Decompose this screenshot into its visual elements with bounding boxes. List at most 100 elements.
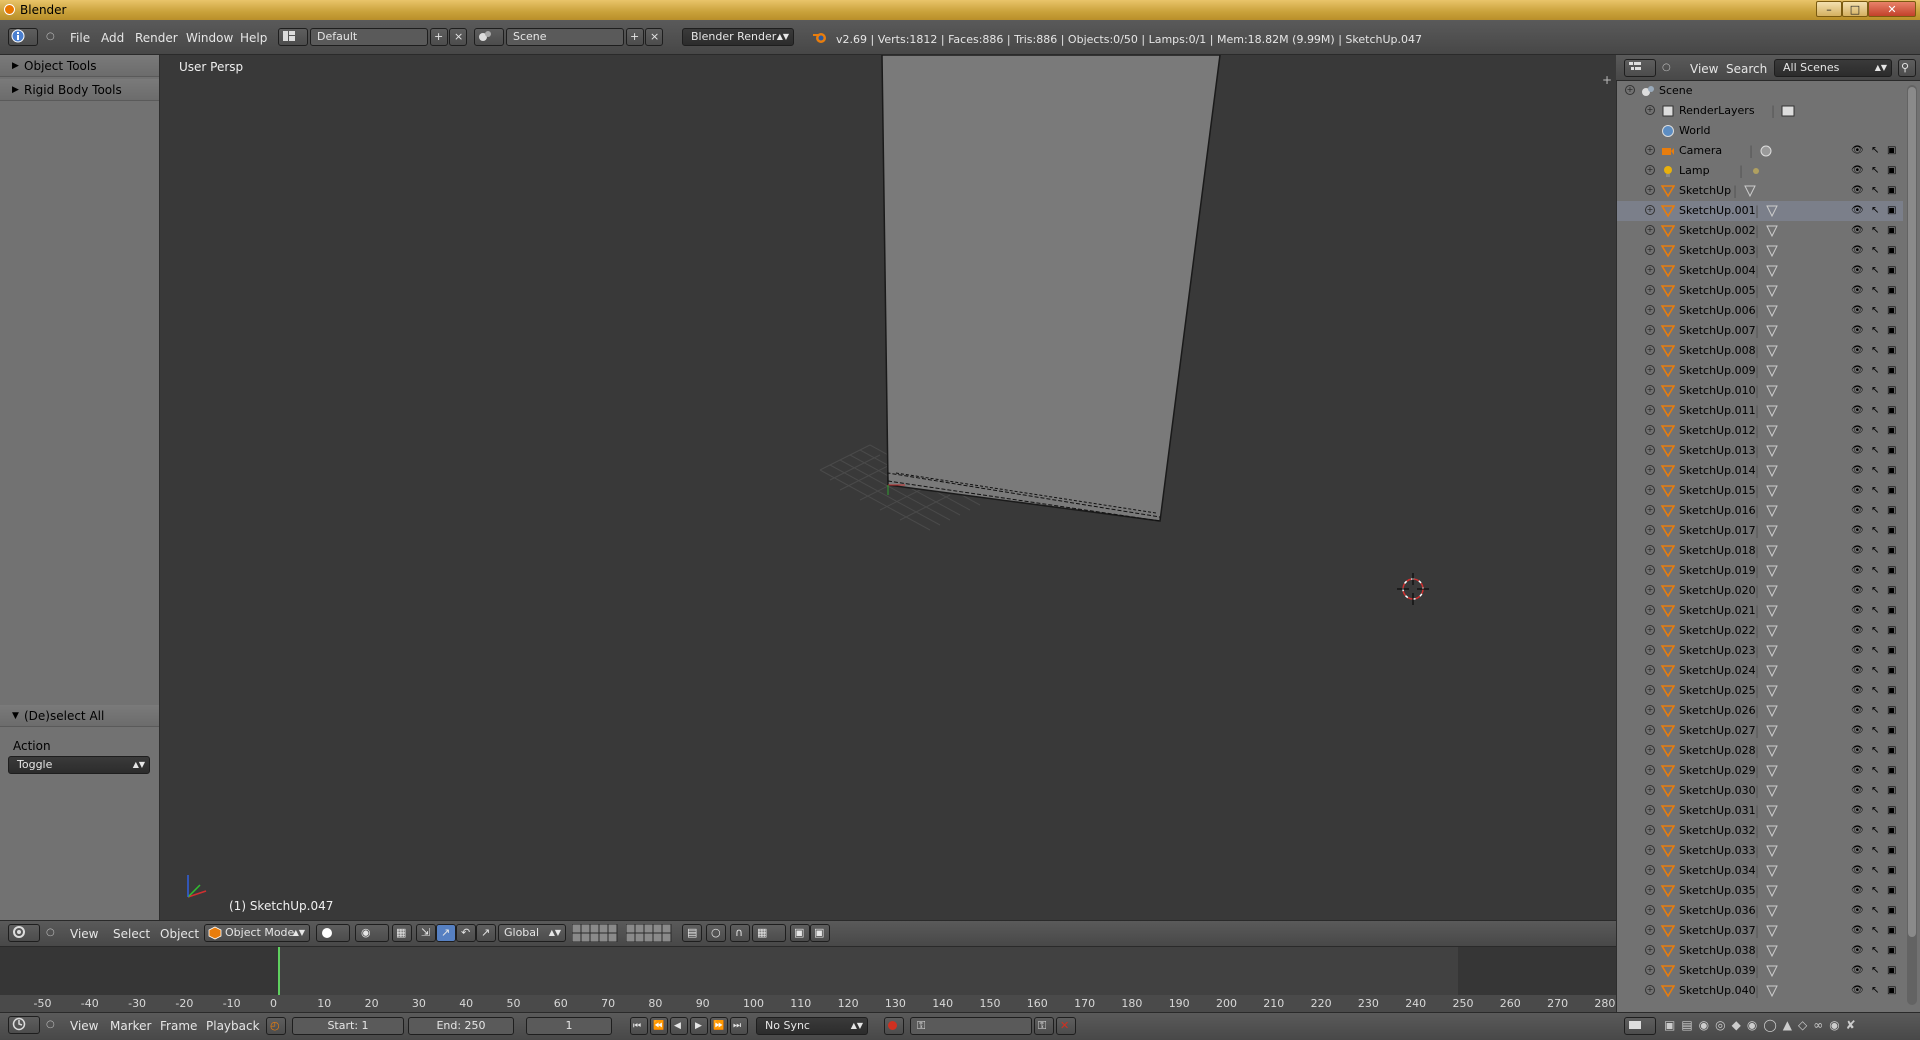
renderability-camera-icon[interactable]: ▣ xyxy=(1887,465,1896,476)
outliner-row[interactable]: + SketchUp.028 | 👁 ↖ ▣ xyxy=(1617,741,1903,761)
insert-keyframe-button[interactable]: ⚿ xyxy=(1034,1017,1054,1035)
expand-toggle-icon[interactable]: + xyxy=(1645,585,1655,595)
expand-toggle-icon[interactable]: + xyxy=(1645,565,1655,575)
end-frame-field[interactable]: End: 250 xyxy=(408,1017,514,1035)
renderability-camera-icon[interactable]: ▣ xyxy=(1887,685,1896,696)
renderability-camera-icon[interactable]: ▣ xyxy=(1887,665,1896,676)
visibility-eye-icon[interactable]: 👁 xyxy=(1851,465,1864,476)
renderability-camera-icon[interactable]: ▣ xyxy=(1887,905,1896,916)
menu-add[interactable]: Add xyxy=(101,31,124,45)
selectability-cursor-icon[interactable]: ↖ xyxy=(1871,805,1879,816)
close-button[interactable]: ✕ xyxy=(1868,1,1916,17)
selectability-cursor-icon[interactable]: ↖ xyxy=(1871,365,1879,376)
renderability-camera-icon[interactable]: ▣ xyxy=(1887,485,1896,496)
screen-layout-field[interactable]: Default xyxy=(310,28,428,46)
visibility-eye-icon[interactable]: 👁 xyxy=(1851,625,1864,636)
snap-element-dropdown[interactable]: ▦ xyxy=(752,924,786,942)
jump-to-keyframe-prev-button[interactable]: ⏪ xyxy=(650,1017,668,1035)
keying-set-field[interactable]: ⚿ xyxy=(910,1017,1032,1035)
use-preview-range-button[interactable]: ◴ xyxy=(266,1017,286,1035)
outliner-row[interactable]: + SketchUp.004 | 👁 ↖ ▣ xyxy=(1617,261,1903,281)
render-engine-dropdown[interactable]: Blender Render ▲▼ xyxy=(682,28,794,46)
expand-toggle-icon[interactable]: + xyxy=(1645,305,1655,315)
translate-manipulator-button[interactable]: ↗ xyxy=(436,924,456,942)
rotate-manipulator-button[interactable]: ↶ xyxy=(456,924,476,942)
expand-toggle-icon[interactable]: + xyxy=(1645,505,1655,515)
renderability-camera-icon[interactable]: ▣ xyxy=(1887,845,1896,856)
visibility-eye-icon[interactable]: 👁 xyxy=(1851,445,1864,456)
outliner-row[interactable]: World xyxy=(1617,121,1903,141)
selectability-cursor-icon[interactable]: ↖ xyxy=(1871,145,1879,156)
jump-to-keyframe-next-button[interactable]: ⏩ xyxy=(710,1017,728,1035)
selectability-cursor-icon[interactable]: ↖ xyxy=(1871,465,1879,476)
visibility-eye-icon[interactable]: 👁 xyxy=(1851,305,1864,316)
transform-orientation-dropdown[interactable]: Global ▲▼ xyxy=(498,924,566,942)
outliner-row[interactable]: + SketchUp.029 | 👁 ↖ ▣ xyxy=(1617,761,1903,781)
outliner-row[interactable]: + SketchUp.023 | 👁 ↖ ▣ xyxy=(1617,641,1903,661)
scene-browse-button[interactable] xyxy=(474,28,504,46)
outliner-row[interactable]: + SketchUp.025 | 👁 ↖ ▣ xyxy=(1617,681,1903,701)
renderability-camera-icon[interactable]: ▣ xyxy=(1887,245,1896,256)
viewport-shading-dropdown[interactable] xyxy=(316,924,350,942)
outliner-row[interactable]: + SketchUp.036 | 👁 ↖ ▣ xyxy=(1617,901,1903,921)
editor-type-properties-button[interactable] xyxy=(1624,1017,1656,1035)
expand-toggle-icon[interactable]: + xyxy=(1645,205,1655,215)
selectability-cursor-icon[interactable]: ↖ xyxy=(1871,165,1879,176)
visibility-eye-icon[interactable]: 👁 xyxy=(1851,685,1864,696)
expand-toggle-icon[interactable]: + xyxy=(1645,705,1655,715)
expand-toggle-icon[interactable]: + xyxy=(1645,245,1655,255)
selectability-cursor-icon[interactable]: ↖ xyxy=(1871,945,1879,956)
visibility-eye-icon[interactable]: 👁 xyxy=(1851,745,1864,756)
outliner-row[interactable]: + SketchUp.027 | 👁 ↖ ▣ xyxy=(1617,721,1903,741)
selectability-cursor-icon[interactable]: ↖ xyxy=(1871,325,1879,336)
proportional-editing-button[interactable]: ○ xyxy=(706,924,726,942)
expand-toggle-icon[interactable]: + xyxy=(1645,345,1655,355)
selectability-cursor-icon[interactable]: ↖ xyxy=(1871,665,1879,676)
visibility-eye-icon[interactable]: 👁 xyxy=(1851,385,1864,396)
action-dropdown[interactable]: Toggle ▲▼ xyxy=(8,756,150,774)
expand-toggle-icon[interactable]: + xyxy=(1645,425,1655,435)
selectability-cursor-icon[interactable]: ↖ xyxy=(1871,845,1879,856)
expand-toggle-icon[interactable]: + xyxy=(1645,285,1655,295)
selectability-cursor-icon[interactable]: ↖ xyxy=(1871,385,1879,396)
renderability-camera-icon[interactable]: ▣ xyxy=(1887,285,1896,296)
outliner-row[interactable]: + Camera | 👁 ↖ ▣ xyxy=(1617,141,1903,161)
renderability-camera-icon[interactable]: ▣ xyxy=(1887,345,1896,356)
visibility-eye-icon[interactable]: 👁 xyxy=(1851,945,1864,956)
expand-toggle-icon[interactable]: + xyxy=(1645,445,1655,455)
expand-toggle-icon[interactable]: + xyxy=(1645,925,1655,935)
renderability-camera-icon[interactable]: ▣ xyxy=(1887,625,1896,636)
outliner[interactable]: + Scene + RenderLayers | World + Camera | 👁 ↖ ▣ + Lam… xyxy=(1616,55,1920,1015)
visibility-eye-icon[interactable]: 👁 xyxy=(1851,265,1864,276)
outliner-row[interactable]: + SketchUp.001 | 👁 ↖ ▣ xyxy=(1617,201,1903,221)
play-button[interactable]: ▶ xyxy=(690,1017,708,1035)
outliner-row[interactable]: + SketchUp.020 | 👁 ↖ ▣ xyxy=(1617,581,1903,601)
outliner-row[interactable]: + SketchUp.018 | 👁 ↖ ▣ xyxy=(1617,541,1903,561)
selectability-cursor-icon[interactable]: ↖ xyxy=(1871,245,1879,256)
outliner-row[interactable]: + SketchUp.009 | 👁 ↖ ▣ xyxy=(1617,361,1903,381)
operator-panel-header[interactable]: ▼ (De)select All xyxy=(0,705,159,727)
expand-toggle-icon[interactable]: + xyxy=(1645,805,1655,815)
selectability-cursor-icon[interactable]: ↖ xyxy=(1871,425,1879,436)
renderability-camera-icon[interactable]: ▣ xyxy=(1887,225,1896,236)
renderability-camera-icon[interactable]: ▣ xyxy=(1887,805,1896,816)
expand-toggle-icon[interactable]: + xyxy=(1645,885,1655,895)
expand-toggle-icon[interactable]: + xyxy=(1645,765,1655,775)
expand-toggle-icon[interactable]: + xyxy=(1645,325,1655,335)
menu-file[interactable]: File xyxy=(70,31,90,45)
selectability-cursor-icon[interactable]: ↖ xyxy=(1871,745,1879,756)
outliner-row[interactable]: + SketchUp.016 | 👁 ↖ ▣ xyxy=(1617,501,1903,521)
start-frame-field[interactable]: Start: 1 xyxy=(292,1017,404,1035)
visibility-eye-icon[interactable]: 👁 xyxy=(1851,845,1864,856)
expand-toggle-icon[interactable]: + xyxy=(1645,905,1655,915)
scene-field[interactable]: Scene xyxy=(506,28,624,46)
3d-viewport[interactable]: User Persp + (1) SketchUp.047 xyxy=(160,55,1616,920)
renderability-camera-icon[interactable]: ▣ xyxy=(1887,385,1896,396)
expand-toggle-icon[interactable]: + xyxy=(1645,405,1655,415)
selectability-cursor-icon[interactable]: ↖ xyxy=(1871,785,1879,796)
menu-frame[interactable]: Frame xyxy=(160,1019,197,1033)
visibility-eye-icon[interactable]: 👁 xyxy=(1851,925,1864,936)
outliner-row[interactable]: + SketchUp.017 | 👁 ↖ ▣ xyxy=(1617,521,1903,541)
selectability-cursor-icon[interactable]: ↖ xyxy=(1871,825,1879,836)
outliner-search-button[interactable]: ⚲ xyxy=(1898,59,1916,77)
